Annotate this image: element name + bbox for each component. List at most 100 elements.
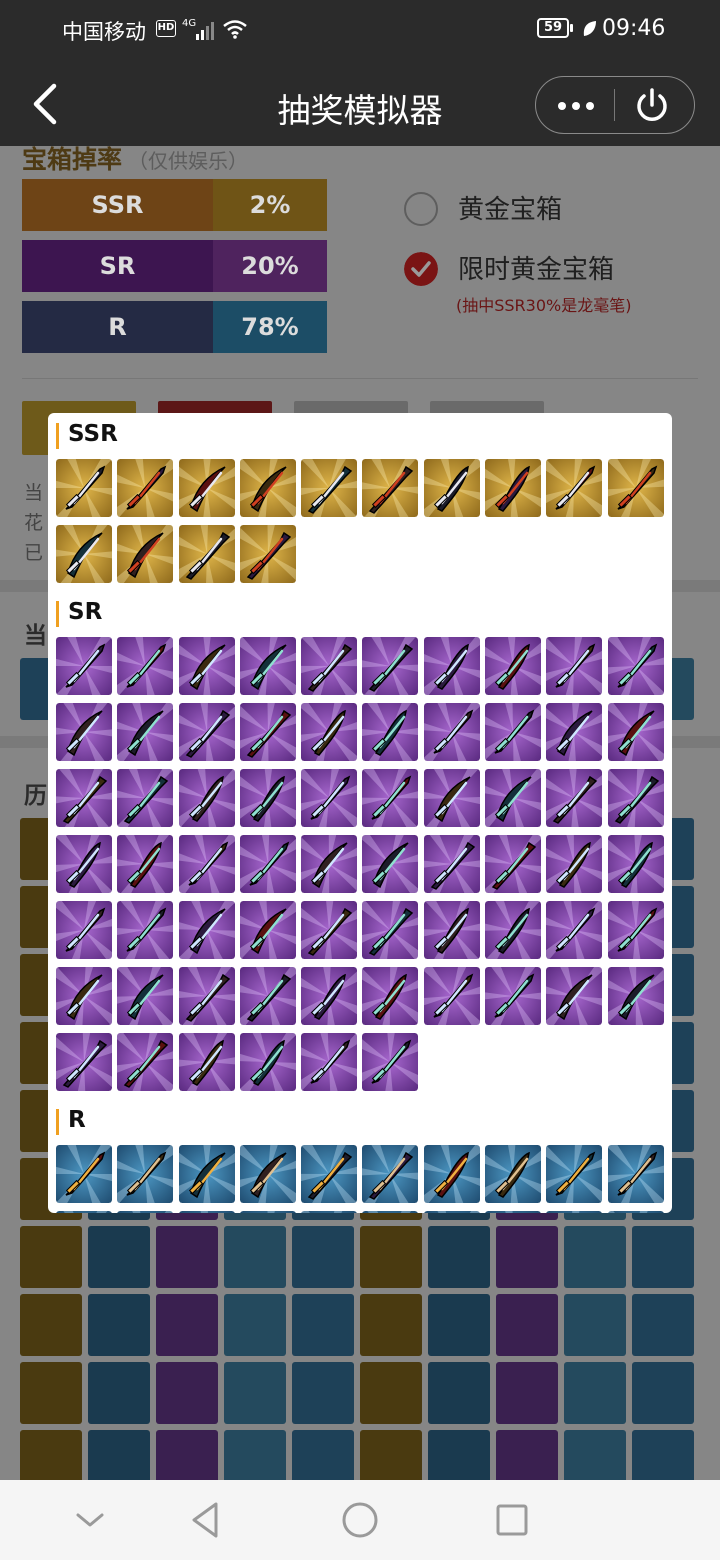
item-tile <box>117 703 174 761</box>
more-dots-icon[interactable] <box>546 77 606 133</box>
item-tile <box>178 835 235 893</box>
drop-rate-title: 宝箱掉率 （仅供娱乐） <box>22 146 248 176</box>
weapon-icon <box>301 459 358 517</box>
item-tile <box>56 1145 112 1203</box>
weapon-icon <box>239 769 296 827</box>
history-item-tile <box>496 1294 558 1356</box>
item-tile <box>362 967 419 1025</box>
option-golden-chest[interactable]: 黄金宝箱 <box>458 189 562 226</box>
item-tile <box>607 637 664 695</box>
weapon-icon <box>546 1211 603 1213</box>
weapon-icon <box>117 525 174 583</box>
weapon-icon <box>239 459 296 517</box>
weapon-icon <box>423 637 480 695</box>
weapon-icon <box>607 637 664 695</box>
item-tile <box>607 967 664 1025</box>
item-tile <box>362 1211 419 1213</box>
item-tile <box>178 967 235 1025</box>
info-line-1: 当 <box>24 482 44 504</box>
item-tile <box>362 769 419 827</box>
history-item-tile <box>20 1362 82 1424</box>
weapon-icon <box>423 703 480 761</box>
home-circle-icon[interactable] <box>336 1496 384 1544</box>
item-tile <box>56 967 112 1025</box>
weapon-icon <box>362 835 419 893</box>
item-tile <box>485 835 542 893</box>
item-tile <box>607 703 664 761</box>
power-icon[interactable] <box>631 85 673 127</box>
weapon-icon <box>301 703 358 761</box>
item-tile <box>56 1211 112 1213</box>
item-tile <box>239 967 296 1025</box>
history-item-tile <box>428 1430 490 1480</box>
weapon-icon <box>239 901 296 959</box>
item-tile <box>423 459 480 517</box>
tier-item-grid <box>48 459 672 583</box>
weapon-icon <box>485 967 542 1025</box>
option-limited-golden-chest[interactable]: 限时黄金宝箱 <box>458 249 614 286</box>
weapon-icon <box>485 901 542 959</box>
weapon-icon <box>301 835 358 893</box>
weapon-icon <box>301 769 358 827</box>
item-tile <box>546 967 603 1025</box>
item-pool-popup[interactable]: SSR SR R <box>48 413 672 1213</box>
item-tile <box>485 1211 542 1213</box>
item-tile <box>117 459 174 517</box>
chevron-down-icon[interactable] <box>66 1496 114 1544</box>
weapon-icon <box>485 835 542 893</box>
weapon-icon <box>546 703 603 761</box>
battery-nub <box>570 24 573 32</box>
weapon-icon <box>56 1033 112 1091</box>
item-tile <box>546 1211 603 1213</box>
history-item-tile <box>224 1362 286 1424</box>
weapon-icon <box>117 637 174 695</box>
history-heading: 历 <box>24 783 47 809</box>
item-tile <box>607 769 664 827</box>
history-item-tile <box>632 1430 694 1480</box>
item-tile <box>56 769 112 827</box>
item-tile <box>423 637 480 695</box>
item-tile <box>423 769 480 827</box>
history-item-tile <box>632 1294 694 1356</box>
history-item-tile <box>428 1294 490 1356</box>
item-tile <box>239 769 296 827</box>
item-tile <box>117 835 174 893</box>
weapon-icon <box>117 1145 174 1203</box>
history-item-tile <box>20 1294 82 1356</box>
weapon-icon <box>301 967 358 1025</box>
item-tile <box>178 1211 235 1213</box>
item-tile <box>178 459 235 517</box>
item-tile <box>56 901 112 959</box>
history-item-tile <box>156 1430 218 1480</box>
rate-value: 78% <box>213 301 327 353</box>
item-tile <box>485 769 542 827</box>
weapon-icon <box>117 1211 174 1213</box>
recents-square-icon[interactable] <box>488 1496 536 1544</box>
history-item-tile <box>496 1430 558 1480</box>
item-tile <box>485 459 542 517</box>
weapon-icon <box>56 1145 112 1203</box>
info-line-3: 已 <box>24 542 44 564</box>
wifi-icon <box>223 20 247 39</box>
back-triangle-icon[interactable] <box>182 1496 230 1544</box>
history-item-tile <box>292 1430 354 1480</box>
rate-label: R <box>22 301 213 353</box>
radio-golden-chest[interactable] <box>404 192 438 226</box>
item-tile <box>178 1145 235 1203</box>
item-tile <box>239 459 296 517</box>
weapon-icon <box>301 1211 358 1213</box>
checked-radio-icon[interactable] <box>404 252 438 286</box>
weapon-icon <box>117 703 174 761</box>
item-tile <box>485 967 542 1025</box>
item-tile <box>239 703 296 761</box>
item-tile <box>546 901 603 959</box>
history-item-tile <box>428 1226 490 1288</box>
drop-rate-title-text: 宝箱掉率 <box>22 146 123 174</box>
weapon-icon <box>178 637 235 695</box>
history-item-tile <box>360 1430 422 1480</box>
item-tile <box>607 1211 664 1213</box>
item-tile <box>607 835 664 893</box>
current-draw-heading: 当 <box>24 623 47 649</box>
item-tile <box>423 901 480 959</box>
tier-label: R <box>68 1107 86 1133</box>
